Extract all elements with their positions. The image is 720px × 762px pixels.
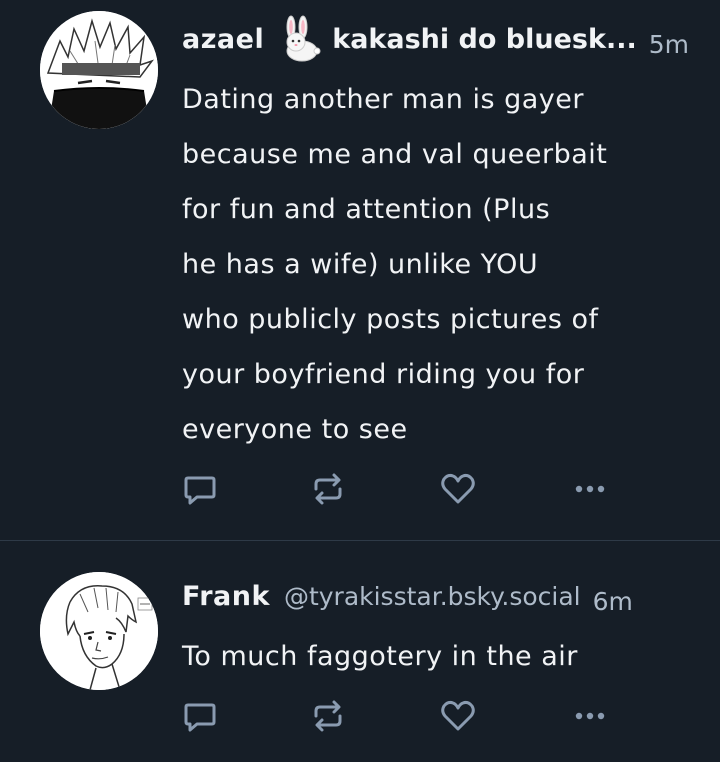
like-icon xyxy=(441,473,475,504)
post[interactable]: azael kakashi do bluesk... 5m Dating ano… xyxy=(0,0,720,540)
like-button[interactable] xyxy=(438,469,478,509)
reply-icon xyxy=(184,703,216,732)
more-icon xyxy=(575,485,605,493)
post-text-line: your boyfriend riding you for xyxy=(182,359,585,390)
post-text: To much faggotery in the air xyxy=(182,629,680,684)
avatar[interactable] xyxy=(40,11,158,129)
post[interactable]: Frank @tyrakisstar.bsky.social 6m To muc… xyxy=(0,541,720,762)
avatar-image xyxy=(40,572,158,690)
repost-icon xyxy=(314,473,342,505)
post-text-line: who publicly posts pictures of xyxy=(182,304,599,335)
more-icon xyxy=(575,712,605,720)
handle[interactable]: @tyrakisstar.bsky.social xyxy=(284,582,581,611)
feed: azael kakashi do bluesk... 5m Dating ano… xyxy=(0,0,720,762)
repost-button[interactable] xyxy=(308,696,348,736)
repost-button[interactable] xyxy=(308,469,348,509)
more-button[interactable] xyxy=(570,469,610,509)
reply-button[interactable] xyxy=(180,469,220,509)
like-button[interactable] xyxy=(438,696,478,736)
reply-button[interactable] xyxy=(180,696,220,736)
more-button[interactable] xyxy=(570,696,610,736)
post-text: Dating another man is gayer because me a… xyxy=(182,72,680,457)
post-header: Frank @tyrakisstar.bsky.social 6m xyxy=(182,574,690,618)
post-text-line: for fun and attention (Plus xyxy=(182,194,551,225)
post-text-line: To much faggotery in the air xyxy=(182,641,578,672)
avatar[interactable] xyxy=(40,572,158,690)
repost-icon xyxy=(314,700,342,732)
post-actions xyxy=(180,696,620,736)
rabbit-icon xyxy=(274,15,322,63)
post-text-line: he has a wife) unlike YOU xyxy=(182,249,539,280)
like-icon xyxy=(441,700,475,731)
post-text-line: because me and val queerbait xyxy=(182,139,608,170)
timestamp[interactable]: 5m xyxy=(649,30,689,59)
reply-icon xyxy=(184,476,216,505)
post-text-line: everyone to see xyxy=(182,414,408,445)
display-name-suffix[interactable]: kakashi do bluesk... xyxy=(332,24,637,55)
post-actions xyxy=(180,469,620,509)
timestamp[interactable]: 6m xyxy=(593,587,633,616)
post-header: azael kakashi do bluesk... 5m xyxy=(182,15,690,63)
display-name[interactable]: Frank xyxy=(182,581,270,612)
post-text-line: Dating another man is gayer xyxy=(182,84,584,115)
display-name[interactable]: azael xyxy=(182,24,264,55)
avatar-image xyxy=(40,11,158,129)
